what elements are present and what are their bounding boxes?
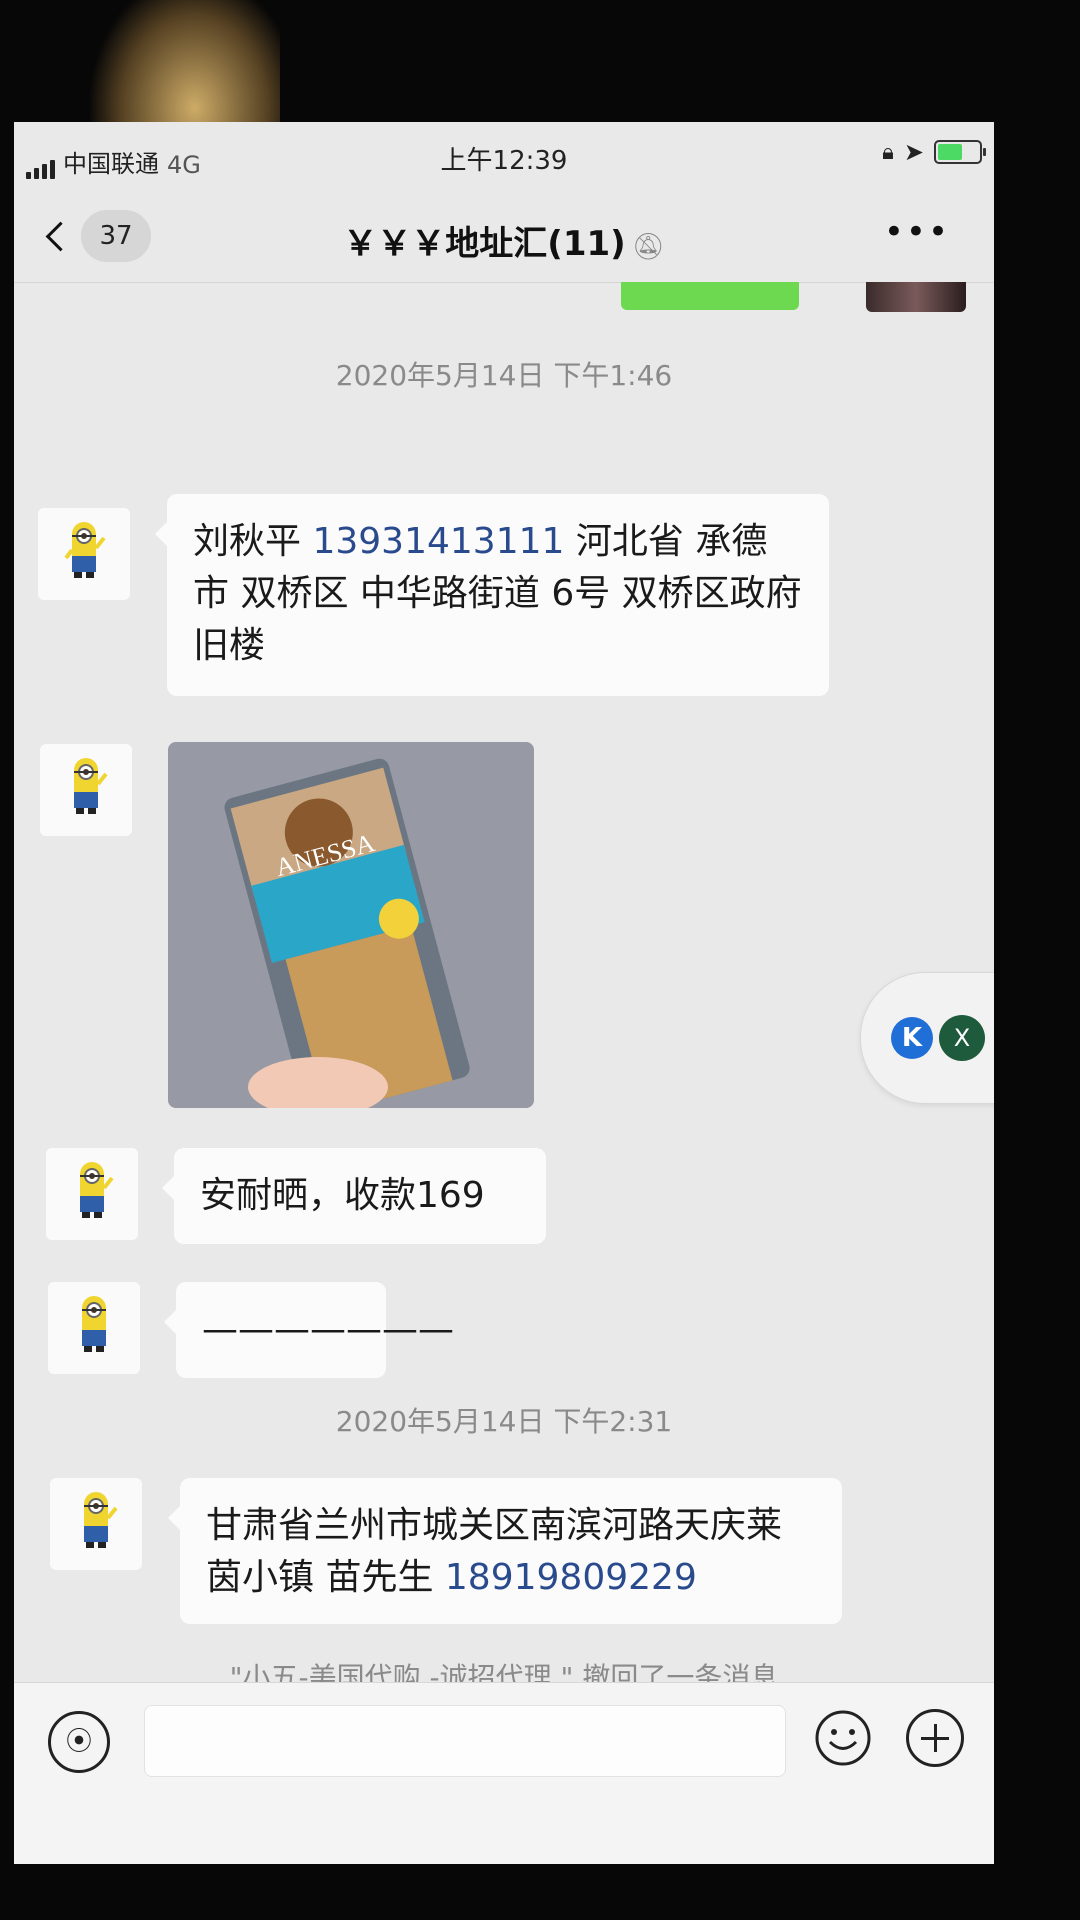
message-text: 安耐晒，收款169: [200, 1175, 485, 1216]
own-message-bubble-partial: [621, 282, 799, 310]
message-bubble[interactable]: 刘秋平 13931413111 河北省 承德市 双桥区 中华路街道 6号 双桥区…: [155, 494, 829, 696]
emoji-button[interactable]: [814, 1709, 872, 1767]
rotation-lock-icon: 🔒︎: [882, 139, 894, 165]
emoji-icon: [815, 1710, 871, 1766]
location-icon: ➤: [903, 138, 924, 166]
message-text: ———————: [202, 1309, 454, 1350]
input-bar: ⦿: [14, 1682, 994, 1864]
bell-slash-icon: 🔕︎: [631, 232, 665, 262]
voice-icon: ⦿: [65, 1727, 92, 1757]
voice-button[interactable]: ⦿: [48, 1711, 110, 1773]
status-right: 🔒︎ ➤: [882, 138, 986, 166]
message-list[interactable]: 2020年5月14日 下午1:46 刘秋平 13931413111 河北省 承德…: [14, 282, 994, 1852]
minion-avatar-icon: [82, 1296, 106, 1352]
more-button[interactable]: •••: [884, 212, 950, 252]
avatar[interactable]: [48, 1282, 140, 1374]
avatar[interactable]: [50, 1478, 142, 1570]
image-message[interactable]: ANESSA: [168, 742, 534, 1108]
floating-widget[interactable]: K X: [860, 972, 994, 1104]
more-dots-icon: •••: [883, 212, 950, 252]
message-bubble[interactable]: 安耐晒，收款169: [162, 1148, 546, 1244]
phone-screen: 中国联通 4G 上午12:39 🔒︎ ➤ 37 ￥￥￥地址汇(11) 🔕︎ •••…: [14, 122, 994, 1864]
minion-avatar-icon: [74, 758, 108, 814]
phone-link[interactable]: 18919809229: [445, 1557, 697, 1598]
avatar[interactable]: [38, 508, 130, 600]
avatar[interactable]: [40, 744, 132, 836]
message-bubble[interactable]: 甘肃省兰州市城关区南滨河路天庆莱茵小镇 苗先生 18919809229: [168, 1478, 842, 1624]
battery-icon: [934, 140, 986, 164]
product-photo-icon: ANESSA: [168, 742, 534, 1108]
k-app-icon[interactable]: K: [891, 1017, 933, 1059]
minion-avatar-icon: [80, 1162, 114, 1218]
chat-title-text: ￥￥￥地址汇(11): [343, 224, 626, 264]
chat-nav-bar: 37 ￥￥￥地址汇(11) 🔕︎ •••: [14, 192, 994, 283]
close-icon[interactable]: X: [939, 1015, 985, 1061]
status-time: 上午12:39: [440, 146, 568, 176]
plus-button[interactable]: [906, 1709, 964, 1767]
message-bubble[interactable]: ———————: [164, 1282, 454, 1378]
message-input[interactable]: [144, 1705, 786, 1777]
minion-avatar-icon: [64, 522, 106, 578]
avatar[interactable]: [46, 1148, 138, 1240]
own-avatar-partial: [866, 282, 966, 312]
status-bar: 中国联通 4G 上午12:39 🔒︎ ➤: [14, 122, 994, 192]
message-timestamp: 2020年5月14日 下午2:31: [335, 1405, 673, 1438]
phone-link[interactable]: 13931413111: [312, 521, 564, 562]
chat-title[interactable]: ￥￥￥地址汇(11) 🔕︎: [14, 216, 994, 265]
minion-avatar-icon: [84, 1492, 118, 1548]
message-text: 刘秋平: [193, 521, 302, 562]
message-timestamp: 2020年5月14日 下午1:46: [335, 359, 673, 392]
